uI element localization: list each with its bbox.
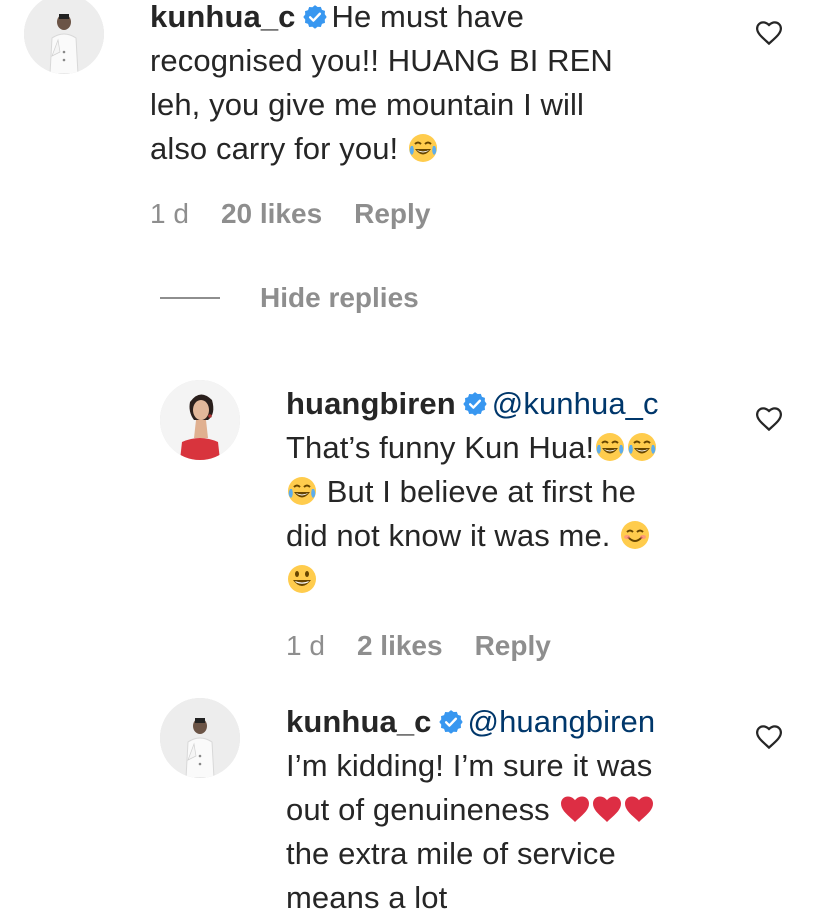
avatar-huangbiren[interactable] xyxy=(160,380,240,460)
like-heart-icon[interactable] xyxy=(754,404,784,434)
comment-text-line: recognised you!! HUANG BI REN xyxy=(150,43,613,78)
reply-button[interactable]: Reply xyxy=(354,198,430,230)
smiling-face-emoji-icon xyxy=(619,519,651,551)
comment-text-line: also carry for you! xyxy=(150,131,399,166)
comment-likes-count[interactable]: 20 likes xyxy=(221,198,322,230)
like-heart-icon[interactable] xyxy=(754,18,784,48)
like-heart-icon[interactable] xyxy=(754,722,784,752)
comment-text-line: He must have xyxy=(331,0,524,34)
verified-badge-icon xyxy=(302,0,328,29)
comment-text-line: did not know it was me. xyxy=(286,518,611,553)
comment-timestamp: 1 d xyxy=(150,198,189,229)
hide-replies-label[interactable]: Hide replies xyxy=(260,282,419,314)
comment-timestamp: 1 d xyxy=(286,630,325,661)
tears-of-joy-emoji-icon xyxy=(594,431,626,463)
verified-badge-icon xyxy=(462,385,488,416)
verified-badge-icon xyxy=(438,703,464,734)
mention-link[interactable]: @kunhua_c xyxy=(492,386,659,421)
comment-username[interactable]: kunhua_c xyxy=(150,0,296,34)
comment-text-line: the extra mile of service xyxy=(286,836,616,871)
comment-username[interactable]: huangbiren xyxy=(286,386,456,421)
comment-likes-count[interactable]: 2 likes xyxy=(357,630,443,662)
tears-of-joy-emoji-icon xyxy=(407,132,439,164)
red-heart-emoji-icon xyxy=(623,793,655,825)
comment-text-line: out of genuineness xyxy=(286,792,550,827)
comment-text-line: leh, you give me mountain I will xyxy=(150,87,584,122)
tears-of-joy-emoji-icon xyxy=(626,431,658,463)
grinning-face-emoji-icon xyxy=(286,563,318,595)
red-heart-emoji-icon xyxy=(591,793,623,825)
red-heart-emoji-icon xyxy=(559,793,591,825)
avatar-kunhua[interactable] xyxy=(160,698,240,778)
comment-text-line: I’m kidding! I’m sure it was xyxy=(286,748,653,783)
hide-replies-toggle[interactable]: Hide replies xyxy=(160,282,419,314)
divider-line xyxy=(160,297,220,299)
reply-button[interactable]: Reply xyxy=(475,630,551,662)
avatar-kunhua[interactable] xyxy=(24,0,104,74)
comment-text-line: But I believe at first he xyxy=(326,474,636,509)
comment-text-line: That’s funny Kun Hua! xyxy=(286,430,595,465)
tears-of-joy-emoji-icon xyxy=(286,475,318,507)
comment-text-line: means a lot xyxy=(286,880,448,915)
mention-link[interactable]: @huangbiren xyxy=(468,704,656,739)
comment-username[interactable]: kunhua_c xyxy=(286,704,432,739)
